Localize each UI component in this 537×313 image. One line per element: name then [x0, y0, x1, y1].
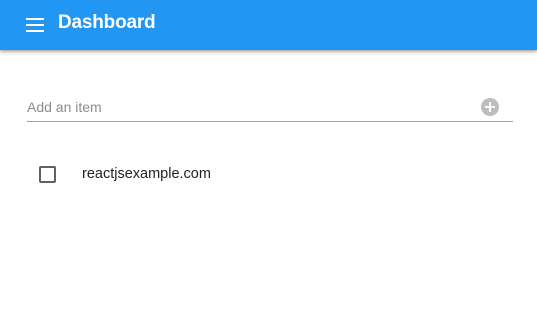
page-title: Dashboard	[58, 12, 156, 33]
todo-list: reactjsexample.com	[0, 155, 537, 193]
menu-icon	[26, 18, 44, 32]
item-checkbox[interactable]	[39, 166, 56, 183]
list-item[interactable]: reactjsexample.com	[0, 155, 537, 193]
item-label: reactjsexample.com	[82, 166, 211, 182]
app-bar: Dashboard	[0, 0, 537, 50]
menu-button[interactable]	[23, 13, 47, 37]
add-item-input[interactable]	[27, 92, 472, 121]
add-circle-icon	[481, 98, 499, 116]
add-item-row	[27, 92, 513, 122]
add-item-button[interactable]	[480, 97, 500, 117]
